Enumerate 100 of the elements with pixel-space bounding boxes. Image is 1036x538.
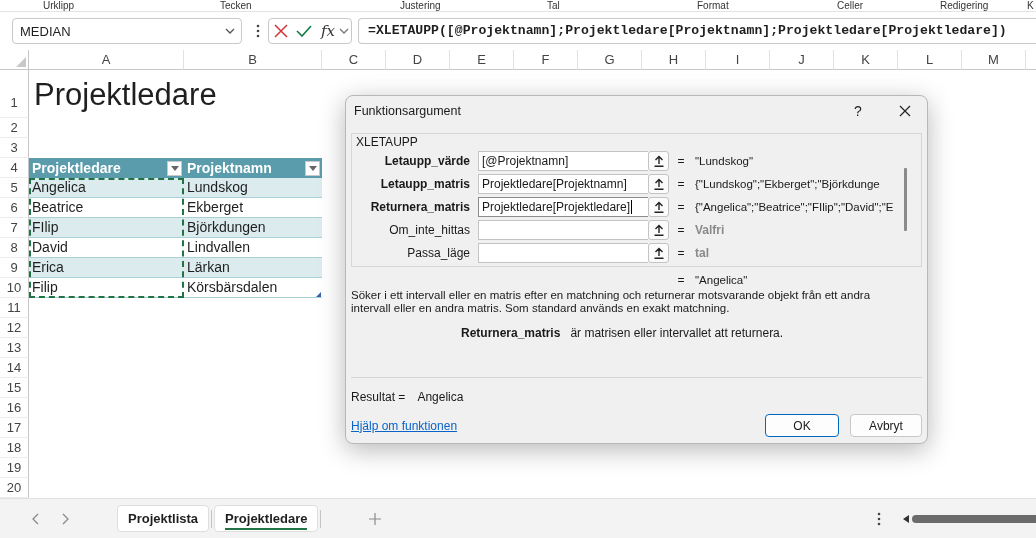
argument-field[interactable]: [478, 242, 648, 263]
help-link[interactable]: Hjälp om funktionen: [351, 418, 458, 433]
table-cell-text: Erica: [31, 258, 65, 277]
argument-result: Valfri: [695, 222, 725, 237]
filter-button[interactable]: [305, 160, 320, 176]
column-header[interactable]: B: [184, 50, 322, 70]
column-header[interactable]: A: [29, 50, 184, 70]
result-value: Angelica: [417, 390, 464, 404]
column-header[interactable]: I: [706, 50, 770, 70]
range-select-button[interactable]: [648, 173, 669, 194]
argument-label: Returnera_matris: [369, 199, 470, 214]
argument-field[interactable]: [478, 219, 648, 240]
table-cell-text: Beatrice: [31, 198, 85, 217]
range-select-button[interactable]: [648, 150, 669, 171]
equals-sign: =: [676, 199, 686, 214]
argument-result: {"Angelica";"Beatrice";"FIlip";"David";"E: [695, 200, 894, 213]
equals-sign: =: [676, 273, 686, 287]
row-header[interactable]: 2: [0, 118, 29, 138]
scrollbar-thumb[interactable]: [904, 168, 907, 231]
up-arrow-icon: [653, 154, 664, 167]
ribbon-group-label: K: [1027, 0, 1034, 11]
column-header[interactable]: D: [386, 50, 450, 70]
name-box[interactable]: MEDIAN: [12, 18, 242, 44]
triangle-left-icon[interactable]: [903, 514, 909, 523]
scrollbar-thumb[interactable]: [912, 514, 1036, 523]
row-header[interactable]: 16: [0, 398, 29, 418]
table-cell-text: Lärkan: [186, 258, 231, 277]
caret-icon: [225, 28, 235, 34]
dialog-button[interactable]: OK: [765, 414, 839, 437]
table-cell-text: David: [31, 238, 69, 257]
column-header[interactable]: J: [770, 50, 834, 70]
formula-result: "Angelica": [695, 274, 748, 286]
column-header[interactable]: L: [898, 50, 962, 70]
row-header[interactable]: 14: [0, 358, 29, 378]
vertical-dots-icon[interactable]: [877, 511, 881, 526]
table-cell-text: Angelica: [31, 178, 87, 197]
column-header[interactable]: C: [322, 50, 386, 70]
column-header[interactable]: M: [962, 50, 1026, 70]
range-select-button[interactable]: [648, 242, 669, 263]
column-header[interactable]: H: [642, 50, 706, 70]
row-header[interactable]: 12: [0, 318, 29, 338]
row-header[interactable]: 3: [0, 138, 29, 158]
equals-sign: =: [676, 222, 686, 237]
ribbon-group-label: Tal: [547, 0, 560, 11]
help-button[interactable]: ?: [848, 103, 868, 119]
ribbon-group-label: Format: [697, 0, 729, 11]
chevron-left-icon[interactable]: [32, 512, 39, 525]
ribbon-group-label: Tecken: [220, 0, 252, 11]
row-header[interactable]: 15: [0, 378, 29, 398]
sheet-tab[interactable]: Projektledare: [214, 505, 319, 532]
argument-field[interactable]: Projektledare[Projektledare]: [478, 196, 648, 217]
ribbon-group-label: Urklipp: [43, 0, 75, 11]
column-heading: Projektledare: [32, 160, 121, 176]
row-header[interactable]: 11: [0, 298, 29, 318]
argument-field[interactable]: [@Projektnamn]: [478, 150, 648, 171]
insert-function-button[interactable]: fx: [321, 22, 335, 40]
ribbon-group-label: Justering: [400, 0, 441, 11]
equals-sign: =: [676, 176, 686, 191]
function-description: Söker i ett intervall eller en matris efter en matchning och returnerar motsvarande objekt från ett andra intervall eller en andra matris. Som standard används en exakt matchning.: [351, 289, 872, 315]
argument-help-name: Returnera_matris: [461, 326, 561, 340]
equals-sign: =: [676, 153, 686, 168]
dialog-button[interactable]: Avbryt: [850, 414, 922, 437]
row-header[interactable]: 19: [0, 458, 29, 478]
up-arrow-icon: [653, 223, 664, 236]
range-select-button[interactable]: [648, 196, 669, 217]
close-icon[interactable]: [899, 105, 911, 117]
argument-label: Passa_läge: [406, 245, 470, 260]
cross-icon[interactable]: [274, 24, 288, 38]
row-header[interactable]: 13: [0, 338, 29, 358]
column-header[interactable]: F: [514, 50, 578, 70]
row-header[interactable]: 17: [0, 418, 29, 438]
row-header[interactable]: 18: [0, 438, 29, 458]
column-header[interactable]: G: [578, 50, 642, 70]
vertical-dots-icon[interactable]: [256, 24, 260, 38]
table-cell-text: Lindvallen: [186, 238, 252, 257]
table-cell-text: Björkdungen: [186, 218, 267, 237]
sheet-tab[interactable]: Projektlista: [117, 505, 210, 532]
result-label: Resultat =: [351, 390, 406, 404]
check-icon[interactable]: [296, 25, 312, 37]
caret-icon: [308, 165, 317, 171]
up-arrow-icon: [653, 177, 664, 190]
argument-help-text: är matrisen eller intervallet att returnera.: [570, 326, 784, 340]
column-header[interactable]: K: [834, 50, 898, 70]
ribbon-group-label: Redigering: [940, 0, 989, 11]
table-cell-text: Lundskog: [186, 178, 249, 197]
range-select-button[interactable]: [648, 219, 669, 240]
group-label: XLETAUPP: [356, 135, 418, 149]
chevron-right-icon[interactable]: [62, 512, 69, 525]
argument-label: Om_inte_hittas: [388, 222, 470, 237]
filter-button[interactable]: [167, 160, 182, 176]
formula-field[interactable]: =XLETAUPP([@Projektnamn];Projektledare[Projektnamn];Projektledare[Projektledare]): [358, 18, 1036, 44]
argument-result: {"Lundskog";"Ekberget";"Björkdunge: [695, 177, 880, 190]
column-heading: Projektnamn: [187, 160, 272, 176]
resize-handle-icon[interactable]: [316, 292, 321, 297]
table-cell-text: FIlip: [31, 218, 60, 237]
table-cell-text: Körsbärsdalen: [186, 278, 279, 297]
argument-field[interactable]: Projektledare[Projektnamn]: [478, 173, 648, 194]
row-header[interactable]: 1: [0, 70, 29, 118]
column-header[interactable]: E: [450, 50, 514, 70]
dialog-title: Funktionsargument: [354, 104, 461, 118]
